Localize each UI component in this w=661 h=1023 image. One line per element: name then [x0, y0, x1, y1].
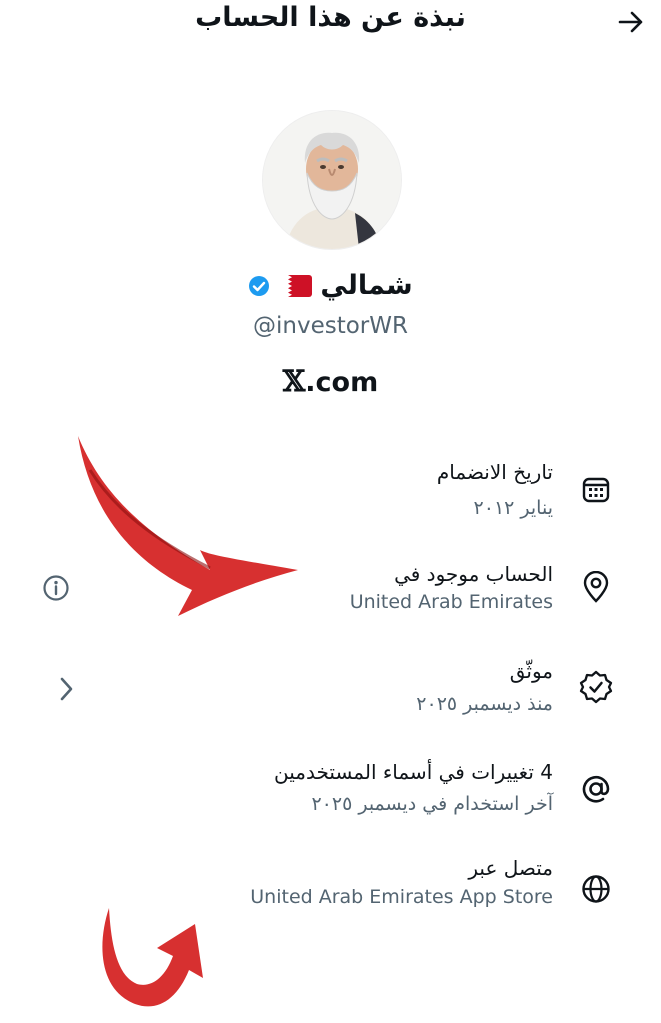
at-sign-icon — [577, 770, 615, 808]
back-button[interactable] — [613, 4, 649, 40]
arrow-right-icon — [618, 11, 644, 33]
row-subtitle-username-changes: آخر استخدام في ديسمبر ٢٠٢٥ — [311, 793, 553, 815]
brand-domain: 𝕏.com — [0, 364, 661, 398]
page-title: نبذة عن هذا الحساب — [195, 2, 466, 33]
profile-name: شمالي — [320, 270, 413, 301]
row-subtitle-join-date: يناير ٢٠١٢ — [473, 497, 553, 519]
chevron-right-icon[interactable] — [50, 673, 82, 705]
brand-domain-text: .com — [305, 367, 379, 398]
verified-badge-icon — [248, 275, 270, 297]
profile-name-row: شمالي — [0, 270, 661, 301]
row-subtitle-connected-via: United Arab Emirates App Store — [250, 886, 553, 908]
annotation-arrow-small — [95, 904, 215, 1014]
row-title-connected-via: متصل عبر — [468, 856, 553, 880]
annotation-arrow-large — [60, 430, 310, 620]
profile-handle: @investorWR — [253, 313, 408, 339]
row-subtitle-location: United Arab Emirates — [349, 591, 553, 613]
row-subtitle-verified: منذ ديسمبر ٢٠٢٥ — [416, 693, 553, 715]
verified-badge-icon — [577, 668, 615, 706]
row-title-join-date: تاريخ الانضمام — [436, 460, 553, 484]
x-logo: 𝕏 — [282, 364, 306, 398]
row-title-username-changes: 4 تغييرات في أسماء المستخدمين — [274, 760, 553, 784]
location-pin-icon — [577, 568, 615, 606]
row-title-verified: موثّق — [509, 659, 553, 683]
globe-icon — [577, 870, 615, 908]
avatar[interactable] — [262, 110, 402, 250]
bahrain-flag-icon — [278, 274, 313, 297]
row-title-location: الحساب موجود في — [394, 562, 553, 586]
calendar-icon — [577, 470, 615, 508]
